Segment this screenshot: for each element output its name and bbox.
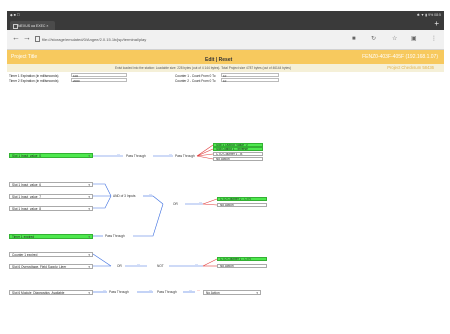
banner-actions: Edit | Reset [205,57,233,63]
chevron-down-icon: ▾ [88,253,90,257]
menu-icon[interactable]: ⋮ [431,35,437,43]
row2-timer-input[interactable]: Timer 1 expired ▾ [9,234,93,239]
row3-output-1[interactable]: CTU Counter 1 - CTR [217,257,267,261]
row4-output[interactable]: No Action ▾ [203,290,261,295]
row1-output-3[interactable]: CTU Counter 1 - B [213,152,263,156]
svg-text:—: — [195,263,198,267]
svg-text:—: — [149,193,152,197]
status-icons-right: ✱ ▼ ▮ 9% 08:5 [416,12,441,17]
chevron-down-icon: ▾ [88,291,90,295]
size-stats: Exist loaded into the station: Loadable … [115,66,291,70]
forward-arrow-icon[interactable]: → [23,34,31,42]
logic-canvas: — — — — — — — — — — Slot 1 Input_value_0… [7,86,444,334]
counter2-label: Counter 2 - Count From 0 To [175,79,216,83]
row2-output-1[interactable]: CTU Counter 2 - CTR [217,197,267,201]
svg-text:—: — [199,201,202,205]
row1-input-select[interactable]: Slot 1 Input_value_0 ▾ [9,153,93,158]
address-bar: ← → file:///storage/emulated/0/Angee/2.0… [7,30,444,50]
timer1-input[interactable]: 100 [71,73,127,78]
chevron-down-icon: ▾ [88,235,90,239]
svg-text:—: — [117,153,120,157]
browser-tab[interactable]: NEXUS ua EXEC × [10,21,55,30]
row2-input-2[interactable]: Slot 1 Input_value_7 ▾ [9,194,93,199]
chevron-down-icon: ▾ [88,265,90,269]
status-icons-left: ◆ ■ ☐ [10,12,20,17]
row2-timer-op[interactable]: Pass Through [105,234,125,238]
reload-icon[interactable]: ↻ [371,35,376,43]
row1-output-4[interactable]: No Action [213,157,263,161]
project-checksum: Project Checksum 58436 [387,65,434,70]
svg-text:—: — [103,289,106,293]
svg-text:—: — [197,289,200,293]
row1-op1[interactable]: Pass Through [126,154,146,158]
tab-strip: NEXUS ua EXEC × + [7,18,444,30]
row2-output-2[interactable]: No Action [217,203,267,207]
row3-not-gate[interactable]: NOT [157,264,164,268]
chevron-down-icon: ▾ [256,291,258,295]
url-text: file:///storage/emulated/0/Angee/2.0.15.… [42,37,147,42]
browser-window: ◆ ■ ☐ ✱ ▼ ▮ 9% 08:5 NEXUS ua EXEC × + ← … [7,11,444,334]
url-field[interactable]: file:///storage/emulated/0/Angee/2.0.15.… [35,35,315,44]
chevron-down-icon: ▾ [88,195,90,199]
svg-text:—: — [189,289,192,293]
edit-button[interactable]: Edit [205,57,214,63]
row4-op1[interactable]: Pass Through [109,290,129,294]
reset-button[interactable]: Reset [219,57,233,63]
bookmark-star-icon[interactable]: ☆ [392,35,397,43]
android-status-bar: ◆ ■ ☐ ✱ ▼ ▮ 9% 08:5 [7,11,444,18]
chevron-down-icon: ▾ [88,154,90,158]
row1-op2[interactable]: Pass Through [175,154,195,158]
row4-input[interactable]: Slot 6 Module_Diagnostics_Available ▾ [9,290,93,295]
device-id-ip: FENZ0-403F-405F (192.168.1.07) [362,54,438,60]
row2-input-3[interactable]: Slot 1 Input_value_8 ▾ [9,206,93,211]
row2-or-gate[interactable]: OR [173,202,178,206]
counter1-label: Counter 1 - Count From 0 To [175,74,216,78]
row2-input-1[interactable]: Slot 1 Input_value_6 ▾ [9,182,93,187]
chevron-down-icon: ▾ [88,183,90,187]
counter2-input[interactable]: 10 [221,78,279,83]
row3-output-2[interactable]: No Action [217,264,267,268]
row2-and-gate[interactable]: AND of 3 Inputs [113,194,136,198]
svg-text:—: — [149,289,152,293]
back-arrow-icon[interactable]: ← [12,34,20,42]
row3-or-gate[interactable]: OR [117,264,122,268]
timer2-input[interactable]: 2000 [71,78,127,83]
row4-op2[interactable]: Pass Through [157,290,177,294]
row3-input-2[interactable]: Slot 6 Overvoltage, Field Supply, Lleer ▾ [9,264,93,269]
row3-input-1[interactable]: Counter 1 expired ▾ [9,252,93,257]
timer1-label: Timer 1 Expiration (in milliseconds) [9,74,59,78]
file-icon [35,35,40,42]
tab-title: NEXUS ua EXEC × [18,23,49,28]
chevron-down-icon: ▾ [88,207,90,211]
project-banner: Project Title Edit | Reset FENZ0-403F-40… [7,50,444,64]
project-info: Exist loaded into the station: Loadable … [7,64,444,72]
counter1-input[interactable]: 10 [221,73,279,78]
new-tab-plus-icon[interactable]: + [434,20,439,28]
project-title: Project Title [11,54,38,60]
svg-text:—: — [137,263,140,267]
timer2-label: Timer 2 Expiration (in milliseconds) [9,79,59,83]
row1-output-2[interactable]: Slot Output 1 - Inverse [213,147,263,151]
svg-text:—: — [169,153,172,157]
tabs-icon[interactable]: ▣ [411,35,417,43]
save-page-icon[interactable]: ■ [352,35,356,43]
